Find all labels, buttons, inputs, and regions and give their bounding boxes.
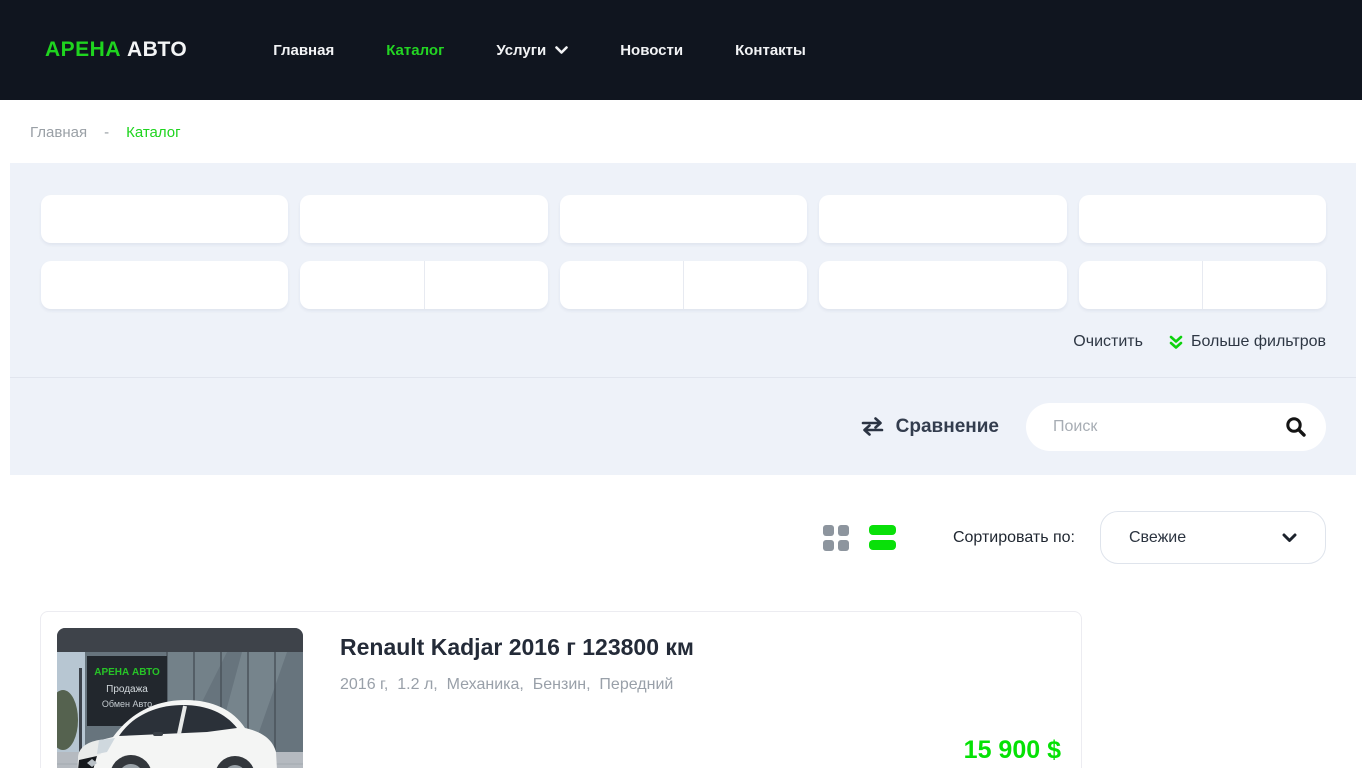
top-navigation: АРЕНА АВТО Главная Каталог Услуги Новости… xyxy=(0,0,1366,100)
photo-sign-line1: АРЕНА АВТО xyxy=(94,667,160,678)
filter-panel: Очистить Больше фильтров xyxy=(10,163,1356,475)
car-card[interactable]: АРЕНА АВТО Продажа Обмен Авто xyxy=(40,611,1082,768)
logo-part-white: АВТО xyxy=(127,38,187,61)
chevron-down-icon xyxy=(555,46,568,55)
chevron-down-icon xyxy=(1282,533,1297,543)
photo-sign-line3: Обмен Авто xyxy=(102,699,152,709)
filter-select[interactable] xyxy=(41,261,288,309)
filter-range-from[interactable] xyxy=(1079,261,1203,309)
filter-range-to[interactable] xyxy=(1203,261,1326,309)
car-title[interactable]: Renault Kadjar 2016 г 123800 км xyxy=(340,634,1061,661)
compare-label: Сравнение xyxy=(896,416,999,438)
car-photo[interactable]: АРЕНА АВТО Продажа Обмен Авто xyxy=(57,628,303,768)
double-chevron-down-icon xyxy=(1169,335,1183,350)
filter-select[interactable] xyxy=(819,261,1066,309)
view-toggle xyxy=(823,525,896,551)
filter-select[interactable] xyxy=(1079,195,1326,243)
list-view-icon[interactable] xyxy=(869,525,896,550)
sort-row: Сортировать по: Свежие xyxy=(40,511,1326,564)
more-filters-button[interactable]: Больше фильтров xyxy=(1169,333,1326,351)
search-icon[interactable] xyxy=(1285,416,1306,437)
breadcrumb-current: Каталог xyxy=(126,124,181,141)
sort-label: Сортировать по: xyxy=(953,529,1075,547)
filter-select[interactable] xyxy=(41,195,288,243)
breadcrumb-home[interactable]: Главная xyxy=(30,124,87,141)
nav-item-services[interactable]: Услуги xyxy=(496,42,568,59)
sort-select-value: Свежие xyxy=(1129,529,1186,547)
compare-arrows-icon xyxy=(860,417,885,436)
main-menu: Главная Каталог Услуги Новости Контакты xyxy=(273,42,806,59)
filter-range-from[interactable] xyxy=(560,261,684,309)
search-box xyxy=(1026,403,1326,451)
filter-range-to[interactable] xyxy=(684,261,807,309)
scrollbar[interactable] xyxy=(1362,0,1366,768)
car-price: 15 900 $ xyxy=(340,736,1061,765)
filter-range xyxy=(560,261,807,309)
photo-sign-line2: Продажа xyxy=(106,684,148,695)
filter-select[interactable] xyxy=(819,195,1066,243)
grid-view-icon[interactable] xyxy=(823,525,849,551)
nav-item-news[interactable]: Новости xyxy=(620,42,683,59)
sort-select[interactable]: Свежие xyxy=(1100,511,1326,564)
compare-search-row: Сравнение xyxy=(10,378,1356,475)
logo-part-green: АРЕНА xyxy=(45,38,121,61)
logo[interactable]: АРЕНА АВТО xyxy=(45,38,187,62)
compare-button[interactable]: Сравнение xyxy=(860,416,999,438)
filter-range-to[interactable] xyxy=(425,261,548,309)
nav-item-services-label: Услуги xyxy=(496,42,546,59)
filter-range-from[interactable] xyxy=(300,261,424,309)
search-input[interactable] xyxy=(1053,418,1277,436)
filter-range xyxy=(300,261,547,309)
filter-grid: Очистить Больше фильтров xyxy=(10,163,1356,377)
breadcrumb: Главная - Каталог xyxy=(0,100,1366,163)
filter-select[interactable] xyxy=(560,195,807,243)
more-filters-label: Больше фильтров xyxy=(1191,333,1326,351)
nav-item-contacts[interactable]: Контакты xyxy=(735,42,806,59)
filter-range xyxy=(1079,261,1326,309)
nav-item-catalog[interactable]: Каталог xyxy=(386,42,444,59)
filter-select[interactable] xyxy=(300,195,547,243)
clear-filters-button[interactable]: Очистить xyxy=(1073,333,1143,351)
car-specs: 2016 г, 1.2 л, Механика, Бензин, Передни… xyxy=(340,676,1061,694)
car-info: Renault Kadjar 2016 г 123800 км 2016 г, … xyxy=(303,628,1065,768)
nav-item-home[interactable]: Главная xyxy=(273,42,334,59)
breadcrumb-separator: - xyxy=(104,124,109,141)
